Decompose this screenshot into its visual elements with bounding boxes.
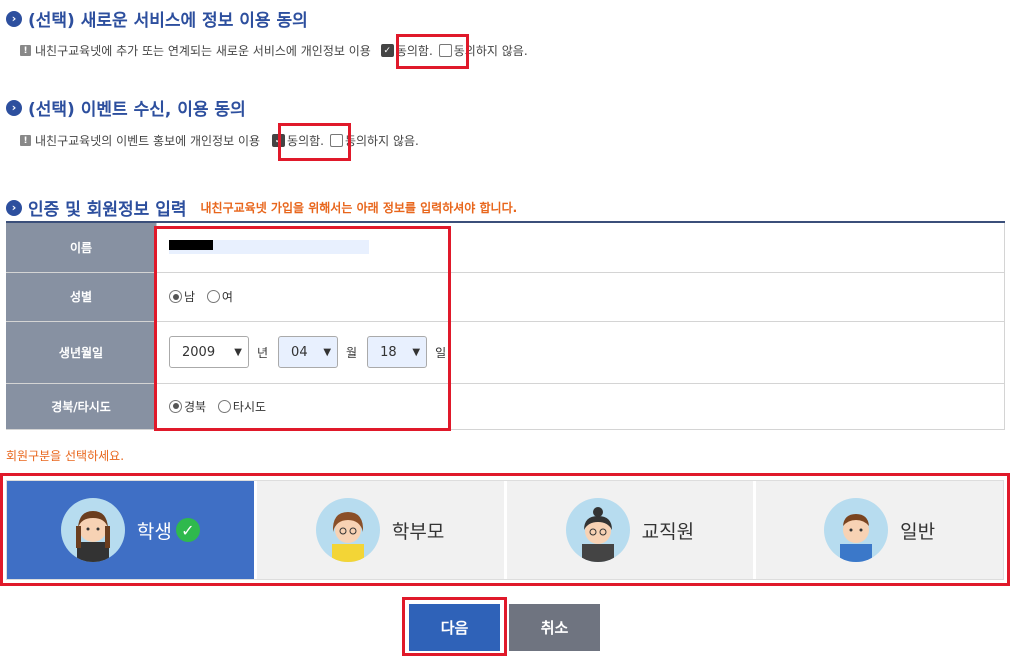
name-label: 이름 xyxy=(6,222,157,273)
event-consent-row: ! 내친구교육넷의 이벤트 홍보에 개인정보 이용 ✓ 동의함. 동의하지 않음… xyxy=(20,132,419,149)
exclamation-icon: ! xyxy=(20,135,31,146)
chevron-right-icon: › xyxy=(6,99,22,116)
region-gyeongbuk-option[interactable]: 경북 xyxy=(169,399,206,414)
event-disagree-option[interactable]: 동의하지 않음. xyxy=(329,132,419,149)
redacted-mask xyxy=(169,240,213,251)
member-type-general[interactable]: 일반 xyxy=(756,481,1003,579)
radio-selected-icon[interactable] xyxy=(169,399,182,413)
checkbox-checked-icon[interactable]: ✓ xyxy=(380,44,394,57)
next-button[interactable]: 다음 xyxy=(409,604,500,651)
region-label: 경북/타시도 xyxy=(6,383,157,430)
section-event-title: › (선택) 이벤트 수신, 이용 동의 xyxy=(6,95,246,120)
name-row: 이름 xyxy=(6,222,1005,273)
region-row: 경북/타시도 경북 타시도 xyxy=(6,383,1005,430)
gender-row: 성별 남 여 xyxy=(6,272,1005,322)
chevron-down-icon: ▼ xyxy=(234,346,242,358)
check-circle-icon: ✓ xyxy=(175,518,200,542)
member-type-selector: 학생 ✓ 학부모 교직원 일반 xyxy=(6,480,1004,580)
section-note: 내친구교육넷 가입을 위해서는 아래 정보를 입력하셔야 합니다. xyxy=(200,201,518,215)
checkbox-icon[interactable] xyxy=(438,44,452,57)
chevron-right-icon: › xyxy=(6,10,22,27)
member-type-student[interactable]: 학생 ✓ xyxy=(7,481,257,579)
member-type-parent[interactable]: 학부모 xyxy=(256,481,507,579)
general-avatar-icon xyxy=(824,498,889,562)
gender-label: 성별 xyxy=(6,272,157,322)
event-agree-option[interactable]: ✓ 동의함. xyxy=(272,132,324,149)
member-type-staff[interactable]: 교직원 xyxy=(506,481,757,579)
birth-day-select[interactable]: 18 ▼ xyxy=(367,336,428,368)
exclamation-icon: ! xyxy=(20,45,31,56)
gender-male-option[interactable]: 남 xyxy=(169,289,195,304)
cancel-button[interactable]: 취소 xyxy=(509,604,600,651)
chevron-down-icon: ▼ xyxy=(323,346,332,358)
new-service-disagree-option[interactable]: 동의하지 않음. xyxy=(438,42,528,59)
name-input[interactable] xyxy=(169,240,369,255)
new-service-consent-row: ! 내친구교육넷에 추가 또는 연계되는 새로운 서비스에 개인정보 이용 ✓ … xyxy=(20,42,528,59)
birthdate-label: 생년월일 xyxy=(6,321,157,384)
gender-female-option[interactable]: 여 xyxy=(206,289,233,304)
parent-avatar-icon xyxy=(315,498,380,562)
member-info-form: 이름 성별 남 여 생년월일 2009 ▼ 년 04 ▼ 월 18 ▼ 일 경북/타시도 경북 … xyxy=(6,221,1005,430)
region-other-option[interactable]: 타시도 xyxy=(217,399,266,414)
radio-selected-icon[interactable] xyxy=(169,290,182,303)
chevron-right-icon: › xyxy=(6,199,22,216)
radio-icon[interactable] xyxy=(206,290,220,303)
checkbox-icon[interactable] xyxy=(329,134,343,147)
radio-icon[interactable] xyxy=(217,399,231,413)
section-new-service-title: › (선택) 새로운 서비스에 정보 이용 동의 xyxy=(6,6,308,31)
member-type-prompt: 회원구분을 선택하세요. xyxy=(6,449,125,463)
birthdate-row: 생년월일 2009 ▼ 년 04 ▼ 월 18 ▼ 일 xyxy=(6,321,1005,384)
birth-year-select[interactable]: 2009 ▼ xyxy=(169,336,249,368)
section-member-info-title: › 인증 및 회원정보 입력 내친구교육넷 가입을 위해서는 아래 정보를 입력… xyxy=(6,195,517,220)
birth-month-select[interactable]: 04 ▼ xyxy=(278,336,339,368)
new-service-agree-option[interactable]: ✓ 동의함. xyxy=(380,42,433,59)
chevron-down-icon: ▼ xyxy=(412,346,421,358)
checkbox-checked-icon[interactable]: ✓ xyxy=(272,134,286,147)
student-avatar-icon xyxy=(60,498,125,562)
staff-avatar-icon xyxy=(565,498,630,562)
